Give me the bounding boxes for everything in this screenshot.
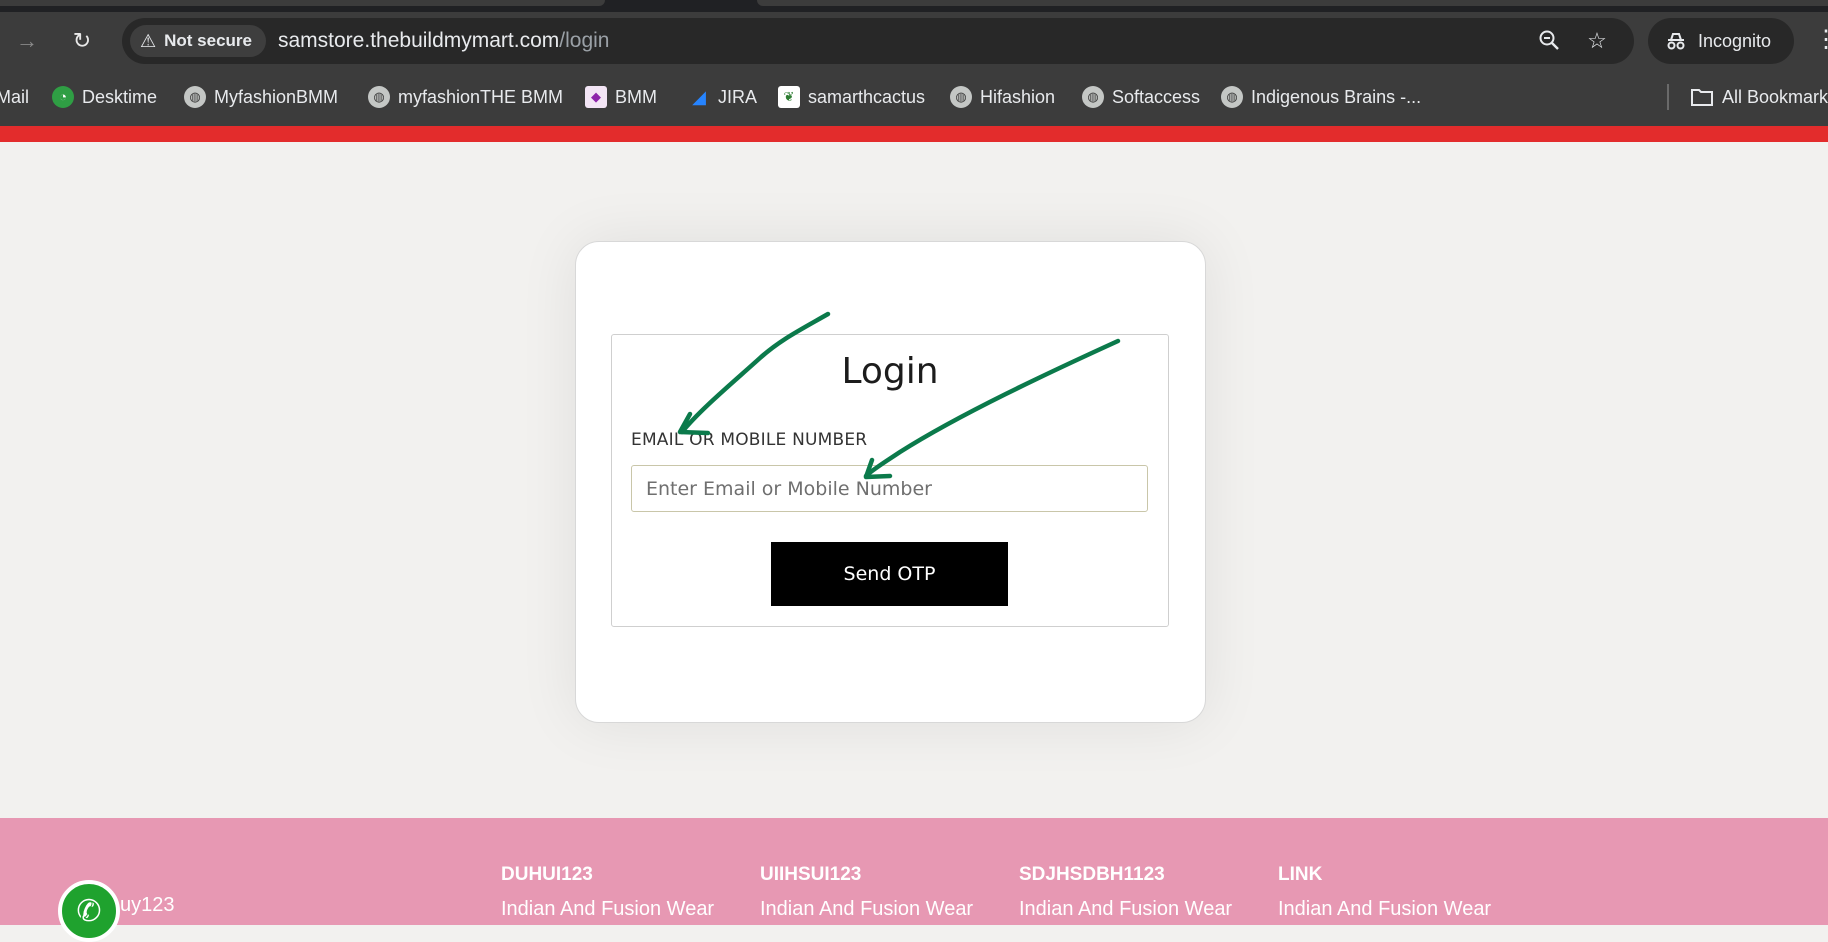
login-form: Login EMAIL OR MOBILE NUMBER Send OTP (611, 334, 1169, 627)
footer-link[interactable]: Indian And Fusion Wear (1278, 898, 1491, 921)
whatsapp-icon[interactable]: ✆ (58, 880, 120, 942)
browser-toolbar: → ↻ ⚠ Not secure samstore.thebuildmymart… (0, 12, 1828, 70)
bookmark-bmm[interactable]: ◆ BMM (585, 84, 657, 110)
login-title: Login (841, 351, 939, 392)
footer-column: UIIHSUI123 Indian And Fusion Wear (760, 864, 973, 921)
bookmark-label: Desktime (82, 87, 158, 107)
bookmark-jira[interactable]: ◢ JIRA (688, 84, 757, 110)
bookmark-hifashion[interactable]: ◍ Hifashion (950, 84, 1055, 110)
bookmark-myfashion-the-bmm[interactable]: ◍ myfashionTHE BMM (368, 84, 563, 110)
warning-icon: ⚠ (140, 31, 157, 51)
bmm-icon: ◆ (585, 86, 607, 108)
bookmark-label: MyfashionBMM (214, 87, 339, 107)
bookmark-label: Mail (0, 87, 30, 107)
url-text[interactable]: samstore.thebuildmymart.com/login (278, 18, 609, 64)
bookmark-label: Hifashion (980, 87, 1056, 107)
footer-column-heading: LINK (1278, 864, 1323, 885)
globe-icon: ◍ (950, 86, 972, 108)
email-field-label: EMAIL OR MOBILE NUMBER (631, 430, 868, 450)
bookmark-indigenous-brains[interactable]: ◍ Indigenous Brains -... (1221, 84, 1421, 110)
jira-icon: ◢ (692, 87, 706, 107)
tab-background[interactable] (757, 0, 1828, 6)
send-otp-button[interactable]: Send OTP (771, 542, 1008, 606)
incognito-icon (1667, 33, 1685, 50)
footer-column: LINK Indian And Fusion Wear (1278, 864, 1491, 921)
reload-icon[interactable]: ↻ (69, 28, 95, 54)
bookmark-softaccess[interactable]: ◍ Softaccess (1082, 84, 1200, 110)
bookmark-star-icon[interactable]: ☆ (1584, 28, 1610, 54)
all-bookmarks-button[interactable]: All Bookmarks (1690, 84, 1828, 110)
bookmark-label: Indigenous Brains -... (1251, 87, 1422, 107)
globe-icon: ◍ (368, 86, 390, 108)
security-chip[interactable]: ⚠ Not secure (130, 25, 267, 57)
footer-link[interactable]: Indian And Fusion Wear (501, 898, 714, 921)
bookmark-mail[interactable]: Mail (0, 84, 29, 110)
bookmark-myfashionbmm[interactable]: ◍ MyfashionBMM (184, 84, 338, 110)
bookmark-samarthcactus[interactable]: ❦ samarthcactus (778, 84, 925, 110)
bookmark-label: Softaccess (1112, 87, 1201, 107)
bookmark-label: BMM (615, 87, 657, 107)
globe-icon: ◍ (1221, 86, 1243, 108)
email-or-mobile-input[interactable] (631, 465, 1148, 512)
url-host: samstore.thebuildmymart.com (278, 29, 560, 52)
globe-icon: ◍ (1082, 86, 1104, 108)
footer-brand: uy123 (120, 894, 175, 916)
cactus-icon: ❦ (778, 86, 800, 108)
bookmark-label: JIRA (718, 87, 758, 107)
bookmark-label: samarthcactus (808, 87, 926, 107)
forward-arrow-icon[interactable]: → (14, 28, 40, 54)
bookmark-desktime[interactable]: ◔ Desktime (52, 84, 157, 110)
folder-icon (1691, 89, 1713, 106)
incognito-label: Incognito (1698, 31, 1772, 51)
footer-link[interactable]: Indian And Fusion Wear (760, 898, 973, 921)
zoom-icon[interactable] (1536, 28, 1562, 54)
all-bookmarks-label: All Bookmarks (1722, 87, 1828, 107)
tab-strip (0, 0, 1828, 12)
menu-kebab-icon[interactable]: ⋮ (1814, 26, 1828, 54)
address-bar[interactable]: ⚠ Not secure samstore.thebuildmymart.com… (122, 18, 1634, 64)
globe-icon: ◍ (184, 86, 206, 108)
bookmarks-divider (1667, 84, 1669, 110)
footer-link[interactable]: Indian And Fusion Wear (1019, 898, 1232, 921)
footer-column-heading: UIIHSUI123 (760, 864, 862, 885)
footer-column-heading: DUHUI123 (501, 864, 593, 885)
site-footer: ✆ uy123 DUHUI123 Indian And Fusion Wear … (0, 818, 1828, 942)
footer-column-heading: SDJHSDBH1123 (1019, 864, 1165, 885)
incognito-chip[interactable]: Incognito (1648, 18, 1794, 64)
bookmark-label: myfashionTHE BMM (398, 87, 564, 107)
tab-background[interactable] (0, 0, 605, 6)
footer-column: SDJHSDBH1123 Indian And Fusion Wear (1019, 864, 1232, 921)
header-accent-bar (0, 126, 1828, 142)
url-path: /login (559, 29, 610, 52)
footer-column: DUHUI123 Indian And Fusion Wear (501, 864, 714, 921)
security-label: Not secure (164, 31, 253, 50)
desktime-icon: ◔ (52, 86, 74, 108)
bookmarks-bar: Mail ◔ Desktime ◍ MyfashionBMM ◍ myfashi… (0, 70, 1828, 126)
